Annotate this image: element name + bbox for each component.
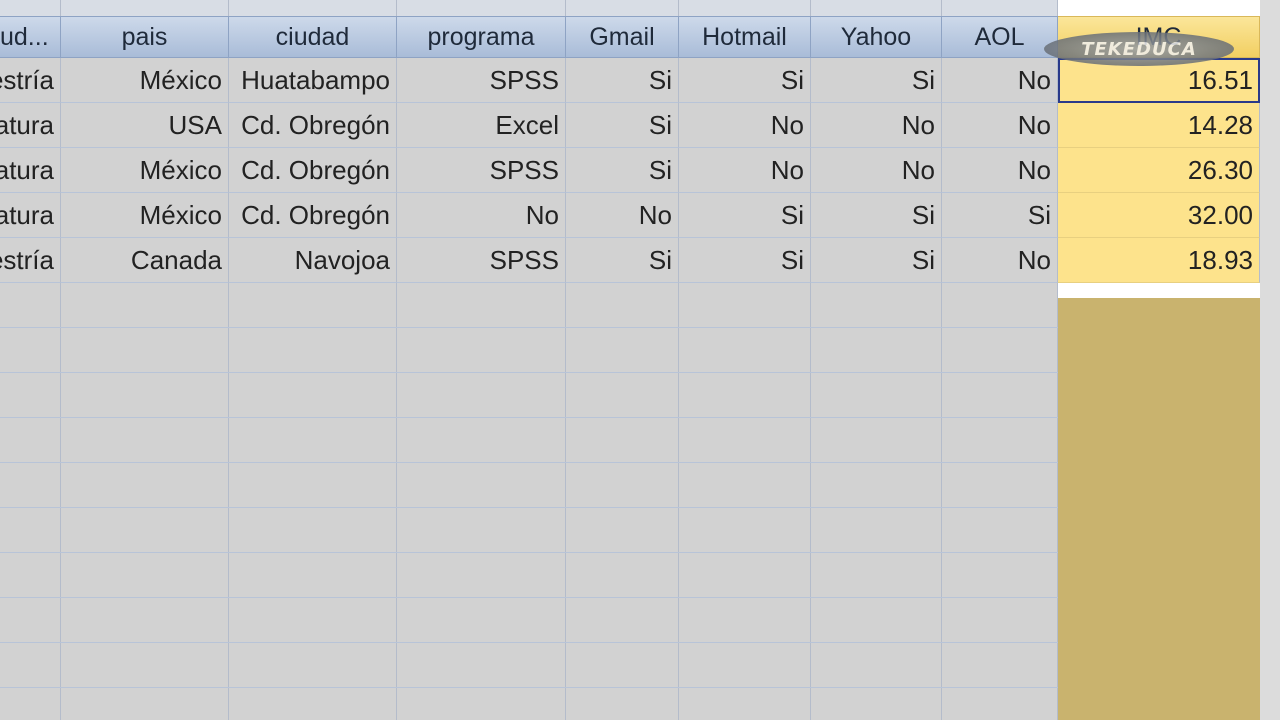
- table-cell[interactable]: México: [61, 148, 229, 193]
- vertical-scrollbar-area[interactable]: [1260, 0, 1280, 720]
- data-grid: ud... pais ciudad programa Gmail Hotmail Yahoo…: [0, 0, 1280, 720]
- table-cell[interactable]: Si: [679, 58, 811, 103]
- row-gridline: [0, 417, 1058, 418]
- watermark-logo: TEKEDUCA: [1044, 32, 1234, 66]
- table-cell[interactable]: SPSS: [397, 58, 566, 103]
- table-cell[interactable]: No: [942, 103, 1058, 148]
- table-cell[interactable]: Navojoa: [229, 238, 397, 283]
- table-cell[interactable]: Cd. Obregón: [229, 148, 397, 193]
- table-cell[interactable]: Si: [811, 193, 942, 238]
- table-cell[interactable]: Huatabampo: [229, 58, 397, 103]
- table-cell[interactable]: Si: [679, 238, 811, 283]
- row-gridline: [0, 552, 1058, 553]
- table-cell[interactable]: No: [566, 193, 679, 238]
- table-cell[interactable]: No: [679, 103, 811, 148]
- table-cell[interactable]: Excel: [397, 103, 566, 148]
- row-gridline: [0, 687, 1058, 688]
- table-cell[interactable]: estría: [0, 58, 61, 103]
- table-cell[interactable]: atura: [0, 103, 61, 148]
- row-gridline: [0, 507, 1058, 508]
- table-cell[interactable]: México: [61, 58, 229, 103]
- table-cell[interactable]: atura: [0, 148, 61, 193]
- table-cell[interactable]: No: [942, 58, 1058, 103]
- table-cell[interactable]: Si: [811, 58, 942, 103]
- table-cell[interactable]: Si: [566, 238, 679, 283]
- table-cell[interactable]: Si: [566, 148, 679, 193]
- column-header-5[interactable]: Hotmail: [679, 16, 811, 58]
- table-cell[interactable]: estría: [0, 238, 61, 283]
- row-gridline: [0, 597, 1058, 598]
- table-cell[interactable]: Si: [566, 103, 679, 148]
- table-cell[interactable]: No: [811, 103, 942, 148]
- row-gridline: [0, 372, 1058, 373]
- table-cell[interactable]: No: [942, 238, 1058, 283]
- row-gridline: [0, 462, 1058, 463]
- column-header-3[interactable]: programa: [397, 16, 566, 58]
- table-cell[interactable]: 26.30: [1058, 148, 1260, 193]
- table-cell[interactable]: Canada: [61, 238, 229, 283]
- watermark-text: TEKEDUCA: [1081, 38, 1197, 60]
- row-gridline: [0, 327, 1058, 328]
- table-cell[interactable]: No: [811, 148, 942, 193]
- table-cell[interactable]: atura: [0, 193, 61, 238]
- table-cell[interactable]: SPSS: [397, 148, 566, 193]
- table-cell[interactable]: 18.93: [1058, 238, 1260, 283]
- table-cell[interactable]: Cd. Obregón: [229, 103, 397, 148]
- table-cell[interactable]: 14.28: [1058, 103, 1260, 148]
- column-header-7[interactable]: AOL: [942, 16, 1058, 58]
- row-gridline: [0, 642, 1058, 643]
- table-cell[interactable]: Si: [811, 238, 942, 283]
- column-header-0[interactable]: ud...: [0, 16, 61, 58]
- table-cell[interactable]: No: [942, 148, 1058, 193]
- column-header-2[interactable]: ciudad: [229, 16, 397, 58]
- table-cell[interactable]: 32.00: [1058, 193, 1260, 238]
- table-cell[interactable]: Si: [566, 58, 679, 103]
- table-cell[interactable]: México: [61, 193, 229, 238]
- table-cell[interactable]: Si: [942, 193, 1058, 238]
- table-cell[interactable]: No: [679, 148, 811, 193]
- column-header-6[interactable]: Yahoo: [811, 16, 942, 58]
- table-cell[interactable]: Cd. Obregón: [229, 193, 397, 238]
- table-cell[interactable]: USA: [61, 103, 229, 148]
- table-cell[interactable]: No: [397, 193, 566, 238]
- column-header-1[interactable]: pais: [61, 16, 229, 58]
- table-cell[interactable]: Si: [679, 193, 811, 238]
- column-header-4[interactable]: Gmail: [566, 16, 679, 58]
- table-cell[interactable]: SPSS: [397, 238, 566, 283]
